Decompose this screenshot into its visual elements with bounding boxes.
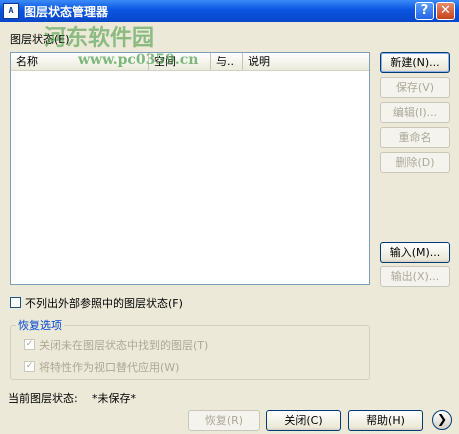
- expand-icon[interactable]: ❯: [432, 410, 452, 430]
- window-title: 图层状态管理器: [24, 5, 109, 19]
- apply-overrides-checkbox[interactable]: ✓: [24, 361, 35, 372]
- list-header: 名称 空间 与.. 说明: [11, 53, 369, 71]
- rename-button[interactable]: 重命名: [380, 127, 450, 148]
- layer-states-label: 图层状态(E): [10, 33, 70, 46]
- export-button[interactable]: 输出(X)...: [380, 266, 450, 287]
- layer-states-list[interactable]: 名称 空间 与.. 说明: [10, 52, 370, 285]
- restore-options-title: 恢复选项: [16, 317, 64, 333]
- column-header-space[interactable]: 空间: [149, 53, 211, 70]
- help-icon[interactable]: ?: [415, 2, 434, 20]
- column-header-name[interactable]: 名称: [11, 53, 149, 70]
- turn-off-layers-checkbox[interactable]: ✓: [24, 339, 35, 350]
- app-icon: A: [3, 3, 19, 19]
- current-state-value: *未保存*: [92, 392, 136, 405]
- new-button[interactable]: 新建(N)...: [380, 52, 450, 73]
- apply-overrides-label: 将特性作为视口替代应用(W): [39, 361, 180, 374]
- close-button[interactable]: 关闭(C): [266, 410, 341, 431]
- import-button[interactable]: 输入(M)...: [380, 242, 450, 263]
- help-button[interactable]: 帮助(H): [348, 410, 423, 431]
- close-icon[interactable]: ✕: [436, 2, 455, 20]
- delete-button[interactable]: 删除(D): [380, 152, 450, 173]
- title-bar: A 图层状态管理器 ? ✕: [0, 0, 459, 22]
- current-state-label: 当前图层状态:: [8, 392, 78, 405]
- save-button[interactable]: 保存(V): [380, 77, 450, 98]
- restore-button[interactable]: 恢复(R): [188, 410, 260, 431]
- column-header-description[interactable]: 说明: [243, 53, 369, 70]
- exclude-xref-label: 不列出外部参照中的图层状态(F): [25, 297, 183, 310]
- turn-off-layers-label: 关闭未在图层状态中找到的图层(T): [39, 339, 209, 352]
- exclude-xref-checkbox[interactable]: [10, 297, 21, 308]
- column-header-same[interactable]: 与..: [211, 53, 243, 70]
- edit-button[interactable]: 编辑(I)...: [380, 102, 450, 123]
